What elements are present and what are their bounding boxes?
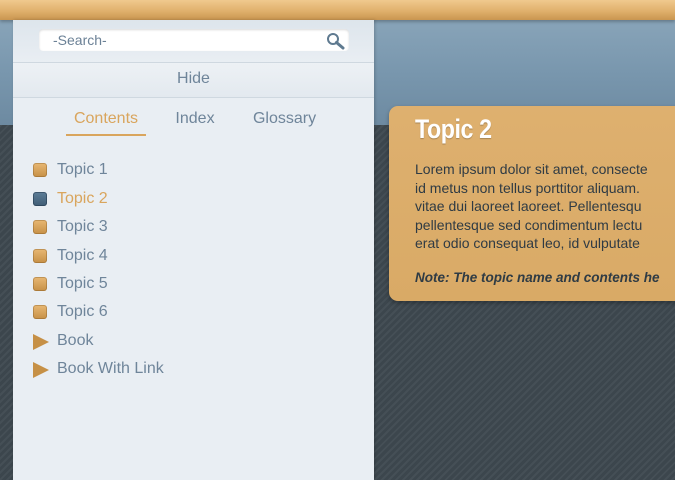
page-icon	[33, 305, 47, 319]
topic-body-line: pellentesque sed condimentum lectu	[415, 216, 643, 233]
toc-item-book-with-link[interactable]: Book With Link	[33, 358, 333, 380]
toc-item-topic-5[interactable]: Topic 5	[33, 273, 333, 295]
page-icon	[33, 192, 47, 206]
side-panel: Hide Contents Index Glossary Topic 1 Top…	[13, 20, 374, 480]
toc-item-label: Topic 6	[57, 303, 108, 320]
toc-item-topic-1[interactable]: Topic 1	[33, 159, 333, 181]
toc-item-topic-2[interactable]: Topic 2	[33, 188, 333, 210]
search-bar	[13, 20, 374, 63]
toc-item-label: Topic 1	[57, 161, 108, 178]
hide-button[interactable]: Hide	[13, 63, 374, 98]
page-icon	[33, 277, 47, 291]
toc-item-label: Topic 5	[57, 275, 108, 292]
tab-glossary[interactable]: Glossary	[243, 108, 326, 134]
toc-item-label: Topic 4	[57, 247, 108, 264]
topic-body-line: id metus non tellus porttitor aliquam.	[415, 179, 640, 196]
search-input[interactable]	[39, 29, 323, 51]
toc-item-topic-4[interactable]: Topic 4	[33, 245, 333, 267]
page-icon	[33, 163, 47, 177]
search-box	[39, 29, 349, 51]
toc-item-topic-6[interactable]: Topic 6	[33, 301, 333, 323]
tab-contents[interactable]: Contents	[66, 108, 146, 136]
toc-item-label: Book With Link	[57, 360, 164, 377]
topic-note: Note: The topic name and contents he	[415, 270, 660, 285]
tab-index[interactable]: Index	[163, 108, 227, 134]
topic-body-line: erat odio consequat leo, id vulputate	[415, 235, 640, 251]
topic-body-line: vitae dui laoreet laoreet. Pellentesqu	[415, 198, 642, 214]
topic-body: Lorem ipsum dolor sit amet, consecte id …	[415, 160, 675, 253]
book-icon	[33, 362, 49, 378]
page-icon	[33, 249, 47, 263]
top-bar	[0, 0, 675, 20]
page-icon	[33, 220, 47, 234]
toc-item-label: Book	[57, 332, 94, 349]
topic-body-line: Lorem ipsum dolor sit amet, consecte	[415, 161, 648, 177]
book-icon	[33, 334, 49, 350]
tab-bar: Contents Index Glossary	[13, 98, 374, 138]
topic-card: Topic 2 Lorem ipsum dolor sit amet, cons…	[389, 106, 675, 301]
topic-title: Topic 2	[415, 114, 492, 144]
toc-item-label: Topic 3	[57, 218, 108, 235]
toc-item-book[interactable]: Book	[33, 330, 333, 352]
toc-item-topic-3[interactable]: Topic 3	[33, 216, 333, 238]
search-icon[interactable]	[325, 32, 347, 50]
toc-item-label: Topic 2	[57, 190, 108, 207]
